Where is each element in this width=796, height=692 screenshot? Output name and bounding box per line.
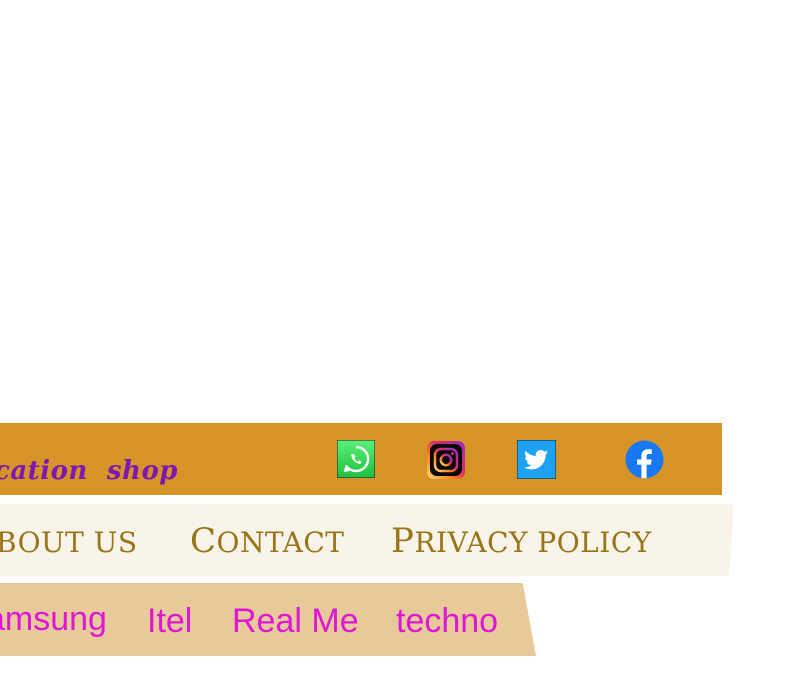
instagram-link[interactable] [426,440,466,480]
instagram-icon [427,441,465,479]
facebook-link[interactable] [625,440,664,479]
nav-label-initial: C [190,521,217,561]
brand-link-techno[interactable]: techno [396,602,498,641]
brand-link-samsung[interactable]: amsung [0,600,107,639]
nav-label: RIVACY POLICY [414,526,652,559]
nav-label-initial: P [391,521,415,561]
whatsapp-link[interactable] [337,440,375,478]
nav-label: ONTACT [216,526,345,559]
site-tagline: cation shop [0,456,178,486]
nav-about-us[interactable]: BOUT US [0,521,138,561]
whatsapp-icon [337,440,375,478]
twitter-link[interactable] [517,440,556,479]
nav-label: BOUT US [0,526,138,559]
twitter-icon [517,440,556,479]
brand-link-itel[interactable]: Itel [147,602,192,641]
brand-link-realme[interactable]: Real Me [232,602,359,641]
nav-privacy-policy[interactable]: PRIVACY POLICY [391,521,652,561]
nav-contact[interactable]: CONTACT [190,521,344,561]
facebook-icon [625,440,664,479]
